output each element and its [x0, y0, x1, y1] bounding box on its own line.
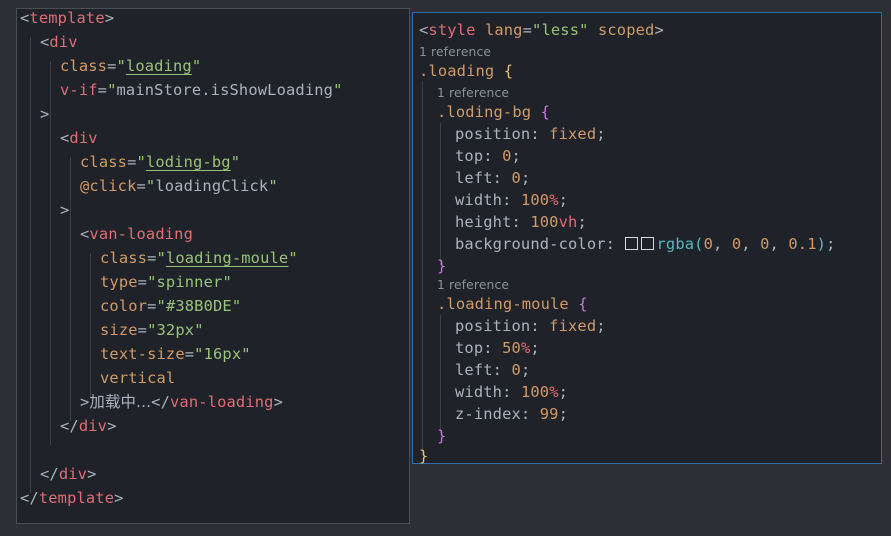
code-line: <div: [40, 33, 78, 51]
code-line: }: [437, 257, 447, 275]
selector-loding-bg: .loding-bg: [437, 103, 532, 121]
code-line: >: [60, 201, 70, 219]
css-declaration: position: fixed;: [455, 317, 606, 335]
template-close-tag: template: [38, 489, 115, 507]
code-line: .loading-moule {: [437, 295, 588, 313]
code-line: .loading {: [419, 62, 514, 80]
css-declaration: height: 100vh;: [455, 213, 587, 231]
css-declaration: top: 50%;: [455, 339, 540, 357]
code-line: class="loding-bg": [80, 153, 241, 171]
code-line: class="loading-moule": [100, 249, 298, 267]
class-value-loding-bg[interactable]: loding-bg: [146, 153, 231, 171]
style-code-pane[interactable]: <style lang="less" scoped> 1 reference .…: [412, 12, 882, 465]
css-declaration: width: 100%;: [455, 383, 569, 401]
code-line: <van-loading: [80, 225, 193, 243]
code-line: v-if="mainStore.isShowLoading": [60, 81, 343, 99]
code-line: >加载中...</van-loading>: [80, 393, 284, 411]
css-declaration: top: 0;: [455, 147, 521, 165]
code-line: </div>: [60, 417, 117, 435]
code-line: color="#38B0DE": [100, 297, 242, 315]
code-line: vertical: [100, 369, 176, 387]
template-code-pane[interactable]: <template> <div class="loading" v-if="ma…: [16, 8, 410, 524]
code-line: </template>: [20, 489, 124, 507]
color-swatch-icon[interactable]: [624, 237, 638, 250]
code-line: }: [419, 447, 429, 465]
code-line: class="loading": [60, 57, 202, 75]
color-swatch-icon[interactable]: [640, 237, 654, 250]
css-declaration: width: 100%;: [455, 191, 569, 209]
code-line: .loding-bg {: [437, 103, 551, 121]
code-line: type="spinner": [100, 273, 232, 291]
code-line: >: [40, 105, 50, 123]
css-declaration: left: 0;: [455, 361, 531, 379]
code-line: text-size="16px": [100, 345, 251, 363]
code-line: <style lang="less" scoped>: [419, 21, 664, 39]
class-value-loading[interactable]: loading: [126, 57, 192, 75]
css-declaration: background-color: rgba(0, 0, 0, 0.1);: [455, 235, 836, 253]
css-declaration: position: fixed;: [455, 125, 606, 143]
code-line: <template>: [20, 9, 115, 27]
selector-loading: .loading: [419, 62, 495, 80]
selector-loading-moule: .loading-moule: [437, 295, 569, 313]
code-line: size="32px": [100, 321, 204, 339]
code-line: </div>: [40, 465, 97, 483]
template-open-tag: template: [29, 9, 105, 27]
css-declaration: left: 0;: [455, 169, 531, 187]
css-declaration: z-index: 99;: [455, 405, 569, 423]
class-value-loading-moule[interactable]: loading-moule: [166, 249, 288, 267]
code-line: @click="loadingClick": [80, 177, 278, 195]
code-line: <div: [60, 129, 98, 147]
